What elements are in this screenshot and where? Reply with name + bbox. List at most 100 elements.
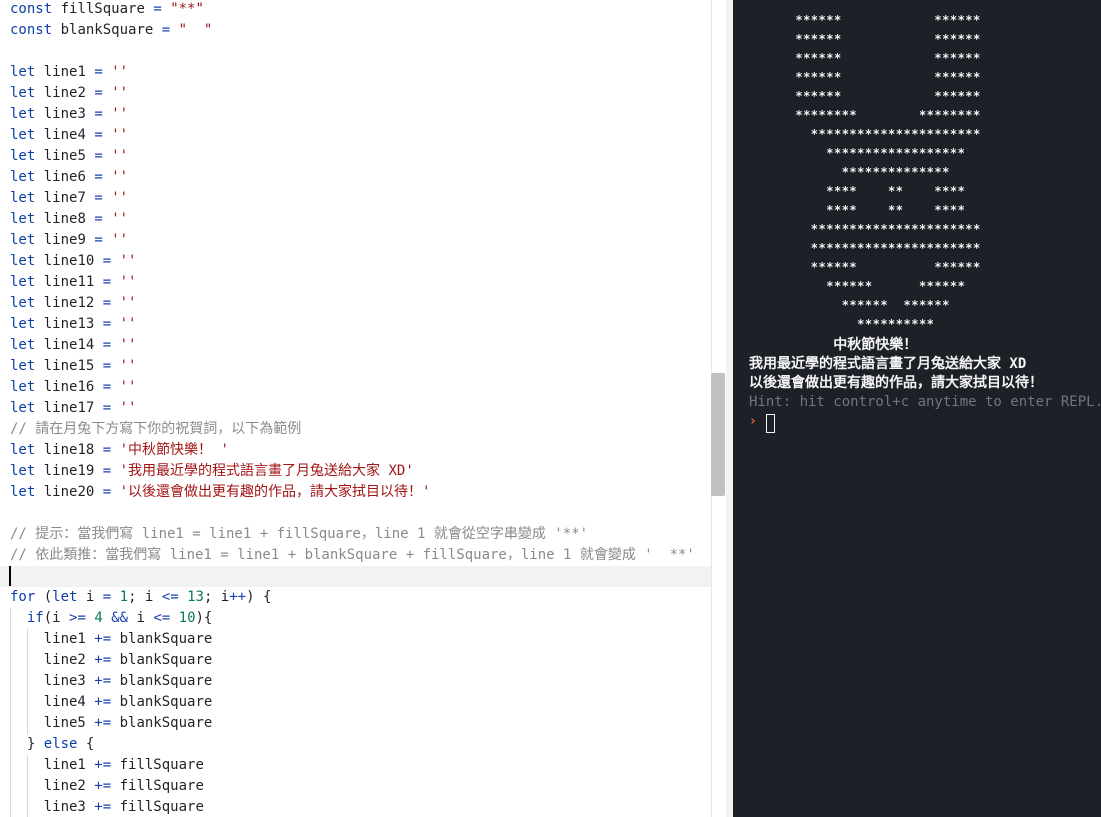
code-line[interactable]: let line2 = '' <box>10 83 128 104</box>
code-token: = <box>102 400 112 416</box>
code-token: blankSquare <box>111 694 213 710</box>
code-token: 4 <box>94 610 103 626</box>
code-token: line3 <box>10 673 95 689</box>
code-token: line9 <box>35 232 95 248</box>
code-token: if <box>26 610 44 626</box>
code-line[interactable]: line1 += blankSquare <box>10 629 213 650</box>
code-token: += <box>94 652 112 668</box>
code-token: ){ <box>195 610 213 626</box>
code-token: i <box>77 589 103 605</box>
console-input-cursor[interactable] <box>766 414 775 433</box>
code-token: let <box>10 274 36 290</box>
editor-scrollbar-thumb[interactable] <box>711 373 725 496</box>
code-line[interactable]: line3 += blankSquare <box>10 671 213 692</box>
code-line[interactable]: let line11 = '' <box>10 272 136 293</box>
code-token: line20 <box>35 484 103 500</box>
code-line[interactable]: // 依此類推：當我們寫 line1 = line1 + blankSquare… <box>10 545 695 566</box>
code-token: '' <box>119 274 137 290</box>
code-line[interactable]: if(i >= 4 && i <= 10){ <box>10 608 213 629</box>
code-token: = <box>94 64 103 80</box>
code-token: 1 <box>119 589 129 605</box>
code-line[interactable]: line2 += fillSquare <box>10 776 204 797</box>
code-line[interactable]: // 請在月兔下方寫下你的祝賀詞，以下為範例 <box>10 419 301 440</box>
code-line[interactable]: // 提示：當我們寫 line1 = line1 + fillSquare，li… <box>10 524 588 545</box>
code-token: ( <box>35 589 53 605</box>
code-line[interactable]: let line3 = '' <box>10 104 128 125</box>
code-token: let <box>10 337 36 353</box>
code-line[interactable]: let line8 = '' <box>10 209 128 230</box>
code-token: line2 <box>10 778 95 794</box>
code-token: ++ <box>229 589 247 605</box>
code-line[interactable]: for (let i = 1; i <= 13; i++) { <box>10 587 271 608</box>
code-token: line6 <box>35 169 95 185</box>
text-caret <box>9 566 11 586</box>
code-token: let <box>10 400 36 416</box>
code-token: let <box>10 85 36 101</box>
code-token: let <box>10 484 36 500</box>
code-line[interactable]: let line15 = '' <box>10 356 136 377</box>
code-token: let <box>10 463 36 479</box>
code-token: line2 <box>35 85 95 101</box>
code-line[interactable]: let line14 = '' <box>10 335 136 356</box>
code-token: line5 <box>35 148 95 164</box>
code-line[interactable]: line3 += fillSquare <box>10 797 204 817</box>
code-line[interactable]: let line13 = '' <box>10 314 136 335</box>
code-token: '' <box>119 337 137 353</box>
code-token: = <box>94 232 103 248</box>
code-line[interactable]: line2 += blankSquare <box>10 650 213 671</box>
code-line[interactable]: let line18 = '中秋節快樂！ ' <box>10 440 229 461</box>
code-token: = <box>102 589 112 605</box>
code-token: += <box>94 673 112 689</box>
code-line[interactable]: line5 += blankSquare <box>10 713 213 734</box>
code-token: let <box>10 148 36 164</box>
code-line[interactable]: const fillSquare = "**" <box>10 0 204 20</box>
code-line[interactable]: let line20 = '以後還會做出更有趣的作品，請大家拭目以待！' <box>10 482 430 503</box>
code-token: let <box>10 379 36 395</box>
code-token: += <box>94 631 112 647</box>
code-token: <= <box>153 610 171 626</box>
code-token: '' <box>111 106 129 122</box>
indent-guide <box>27 629 28 734</box>
code-line[interactable]: let line6 = '' <box>10 167 128 188</box>
code-line[interactable]: let line9 = '' <box>10 230 128 251</box>
code-token: let <box>10 442 36 458</box>
code-line[interactable]: let line10 = '' <box>10 251 136 272</box>
code-line[interactable]: const blankSquare = " " <box>10 20 212 41</box>
code-token: '' <box>111 85 129 101</box>
code-line[interactable]: let line1 = '' <box>10 62 128 83</box>
code-token: line8 <box>35 211 95 227</box>
code-line[interactable]: let line4 = '' <box>10 125 128 146</box>
code-line[interactable]: line1 += fillSquare <box>10 755 204 776</box>
code-token: += <box>94 799 112 815</box>
code-token: '' <box>119 295 137 311</box>
code-token: let <box>10 127 36 143</box>
code-line[interactable]: let line17 = '' <box>10 398 136 419</box>
code-token: = <box>102 316 112 332</box>
code-line[interactable]: line4 += blankSquare <box>10 692 213 713</box>
code-token: line1 <box>10 631 95 647</box>
code-line[interactable]: let line5 = '' <box>10 146 128 167</box>
code-token: line15 <box>35 358 103 374</box>
code-editor[interactable]: const fillSquare = "**" const blankSquare… <box>0 0 726 817</box>
code-line[interactable]: let line16 = '' <box>10 377 136 398</box>
code-token: let <box>10 232 36 248</box>
code-line[interactable]: } else { <box>10 734 94 755</box>
code-token: = <box>102 379 112 395</box>
code-token: '' <box>111 127 129 143</box>
code-line[interactable]: let line7 = '' <box>10 188 128 209</box>
code-line[interactable]: let line19 = '我用最近學的程式語言畫了月兔送給大家 XD' <box>10 461 414 482</box>
code-token: = <box>161 22 171 38</box>
code-token: let <box>10 64 36 80</box>
code-line[interactable]: let line12 = '' <box>10 293 136 314</box>
pane-divider[interactable] <box>726 0 733 817</box>
console-output[interactable]: ****** ****** ****** ****** ****** *****… <box>733 0 1101 817</box>
ascii-art-line: **** ** **** <box>749 203 966 217</box>
code-token: blankSquare <box>111 652 213 668</box>
